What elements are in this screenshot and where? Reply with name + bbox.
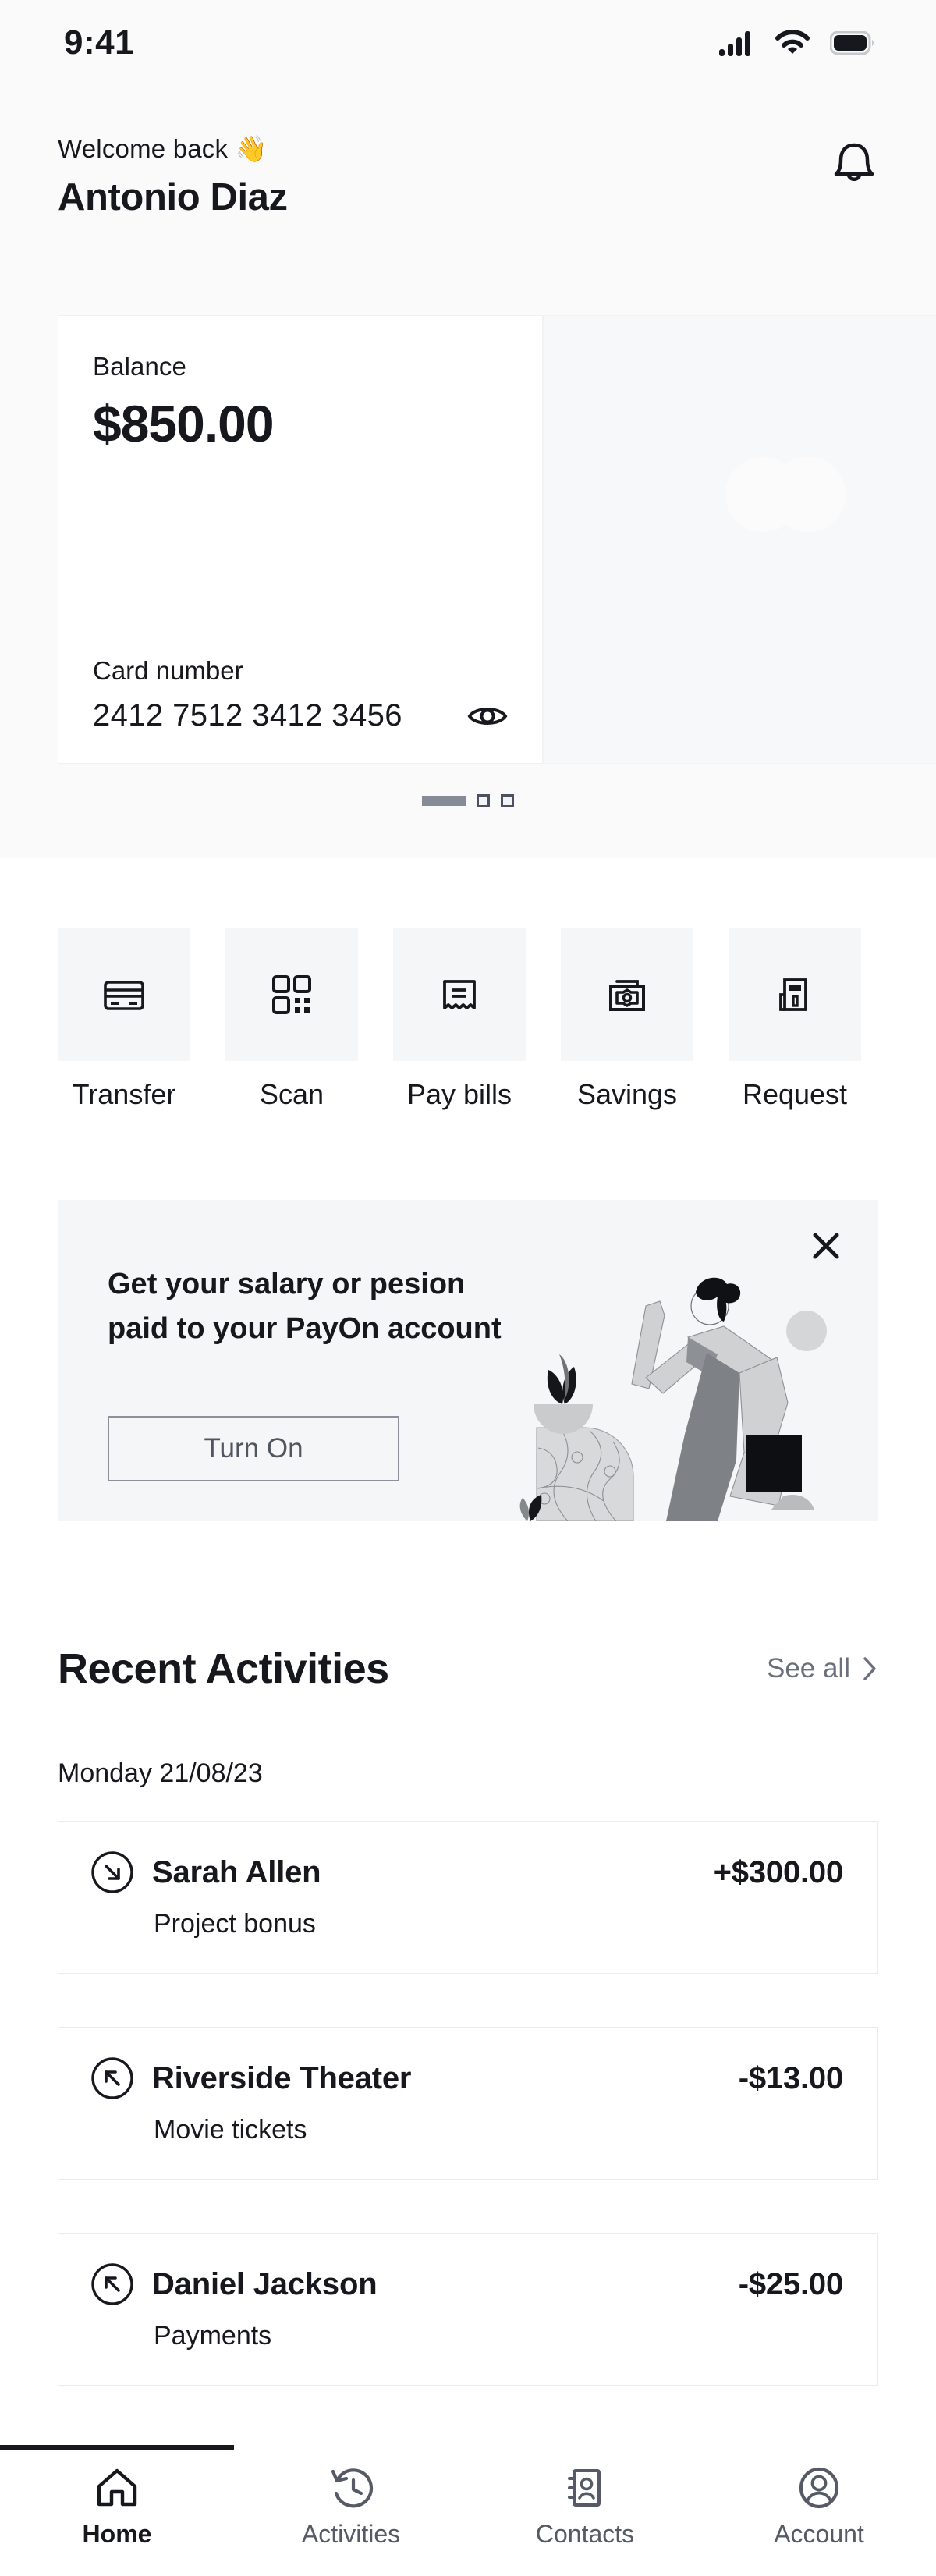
close-icon <box>811 1231 841 1261</box>
arrow-up-left-circle-icon <box>90 2056 135 2101</box>
quick-action-tile[interactable] <box>58 928 190 1061</box>
carousel-pagination[interactable] <box>0 794 936 807</box>
quick-action-label: Transfer <box>72 1078 176 1110</box>
nav-label: Contacts <box>535 2520 635 2548</box>
chevron-right-icon <box>861 1655 878 1682</box>
promo-line-1: Get your salary or pesion <box>108 1268 466 1300</box>
app-screen: 9:41 Welcome back 👋 Antonio Diaz Balance… <box>0 0 936 2576</box>
table-row[interactable]: Sarah Allen +$300.00 Project bonus <box>58 1821 878 1974</box>
card-number-row: 2412 7512 3412 3456 <box>93 698 508 733</box>
eye-icon[interactable] <box>467 702 508 730</box>
bottom-navigation-bar[interactable]: Home Activities Contacts Account <box>0 2445 936 2576</box>
home-icon <box>93 2465 141 2510</box>
card-number-value: 2412 7512 3412 3456 <box>93 698 402 733</box>
quick-action-pay-bills[interactable]: Pay bills <box>393 928 526 1111</box>
transaction-main-row: Sarah Allen +$300.00 <box>90 1850 843 1895</box>
transaction-identity: Riverside Theater <box>90 2056 412 2101</box>
arrow-up-left-circle-icon <box>90 2262 135 2307</box>
page-title: Recent Activities <box>58 1645 389 1692</box>
quick-action-savings[interactable]: Savings <box>561 928 693 1111</box>
quick-action-label: Request <box>742 1078 848 1110</box>
nav-item-activities[interactable]: Activities <box>234 2445 468 2549</box>
nav-label: Activities <box>301 2520 401 2548</box>
transaction-amount: -$25.00 <box>738 2266 843 2301</box>
status-icons <box>719 30 875 56</box>
see-all-label: See all <box>766 1653 850 1684</box>
credit-card-icon <box>99 970 149 1020</box>
promo-close-button[interactable] <box>811 1231 841 1261</box>
promo-text-block: Get your salary or pesion paid to your P… <box>108 1262 544 1351</box>
transaction-category: Payments <box>154 2321 272 2351</box>
arrow-down-right-circle-icon <box>90 1850 135 1895</box>
table-row[interactable]: Daniel Jackson -$25.00 Payments <box>58 2233 878 2386</box>
balance-card-primary[interactable]: Balance $850.00 Card number 2412 7512 34… <box>58 315 543 764</box>
banknote-icon <box>604 971 651 1018</box>
quick-action-label: Scan <box>259 1078 324 1110</box>
nav-item-home[interactable]: Home <box>0 2445 234 2549</box>
nav-item-account[interactable]: Account <box>702 2445 936 2549</box>
cards-track: Balance $850.00 Card number 2412 7512 34… <box>58 315 936 764</box>
cellular-signal-icon <box>719 30 755 56</box>
pagination-dot-active[interactable] <box>422 796 466 806</box>
mastercard-watermark-icon <box>725 457 846 533</box>
quick-action-tile[interactable] <box>393 928 526 1061</box>
transaction-amount: +$300.00 <box>713 1854 844 1889</box>
quick-action-request[interactable]: Request <box>729 928 861 1111</box>
qr-code-icon <box>269 972 314 1017</box>
quick-action-tile[interactable] <box>561 928 693 1061</box>
transaction-amount: -$13.00 <box>738 2060 843 2095</box>
quick-actions-track: Transfer Scan Pay bills Savings Request <box>58 928 861 1111</box>
bell-icon <box>830 139 878 189</box>
quick-action-label: Savings <box>576 1078 678 1110</box>
nav-label: Home <box>82 2520 152 2548</box>
notification-bell-button[interactable] <box>830 139 878 189</box>
transaction-category: Project bonus <box>154 1909 316 1939</box>
transaction-name: Daniel Jackson <box>152 2266 378 2301</box>
battery-icon <box>830 31 875 55</box>
promo-banner[interactable]: Get your salary or pesion paid to your P… <box>58 1200 878 1521</box>
pos-terminal-icon <box>771 971 818 1018</box>
greeting-row: Welcome back 👋 Antonio Diaz <box>58 134 878 219</box>
wifi-icon <box>775 30 810 56</box>
recent-activities-header: Recent Activities See all <box>58 1645 878 1693</box>
see-all-link[interactable]: See all <box>767 1653 878 1684</box>
nav-label: Account <box>774 2520 864 2548</box>
greeting-text-block: Welcome back 👋 Antonio Diaz <box>58 134 288 219</box>
quick-action-tile[interactable] <box>729 928 861 1061</box>
quick-action-scan[interactable]: Scan <box>225 928 358 1111</box>
transaction-name: Sarah Allen <box>152 1854 321 1889</box>
table-row[interactable]: Riverside Theater -$13.00 Movie tickets <box>58 2027 878 2180</box>
nav-active-indicator <box>0 2445 234 2450</box>
balance-amount: $850.00 <box>93 395 275 452</box>
balance-cards-carousel[interactable]: Balance $850.00 Card number 2412 7512 34… <box>0 315 936 768</box>
address-book-icon <box>561 2465 609 2510</box>
transaction-identity: Sarah Allen <box>90 1850 321 1895</box>
transaction-category: Movie tickets <box>154 2115 307 2145</box>
balance-label: Balance <box>93 352 186 381</box>
receipt-icon <box>436 971 483 1018</box>
transaction-date-label: Monday 21/08/23 <box>58 1758 263 1788</box>
nav-item-contacts[interactable]: Contacts <box>468 2445 702 2549</box>
card-number-label: Card number <box>93 656 243 685</box>
turn-on-button[interactable]: Turn On <box>108 1416 399 1481</box>
balance-card-ghost[interactable] <box>543 315 936 764</box>
pagination-dot[interactable] <box>477 794 490 807</box>
quick-action-transfer[interactable]: Transfer <box>58 928 190 1111</box>
status-time: 9:41 <box>64 23 135 62</box>
history-clock-icon <box>327 2465 375 2510</box>
transaction-main-row: Riverside Theater -$13.00 <box>90 2056 843 2101</box>
user-circle-icon <box>795 2465 843 2510</box>
status-bar: 9:41 <box>0 0 936 86</box>
promo-line-2: paid to your PayOn account <box>108 1312 502 1345</box>
quick-action-label: Pay bills <box>406 1078 512 1110</box>
pagination-dot[interactable] <box>501 794 514 807</box>
user-name: Antonio Diaz <box>58 176 288 218</box>
welcome-text: Welcome back 👋 <box>58 134 268 163</box>
transaction-identity: Daniel Jackson <box>90 2262 378 2307</box>
quick-action-tile[interactable] <box>225 928 358 1061</box>
transaction-main-row: Daniel Jackson -$25.00 <box>90 2262 843 2307</box>
quick-actions-strip[interactable]: Transfer Scan Pay bills Savings Request <box>0 928 936 1123</box>
transaction-name: Riverside Theater <box>152 2060 412 2095</box>
